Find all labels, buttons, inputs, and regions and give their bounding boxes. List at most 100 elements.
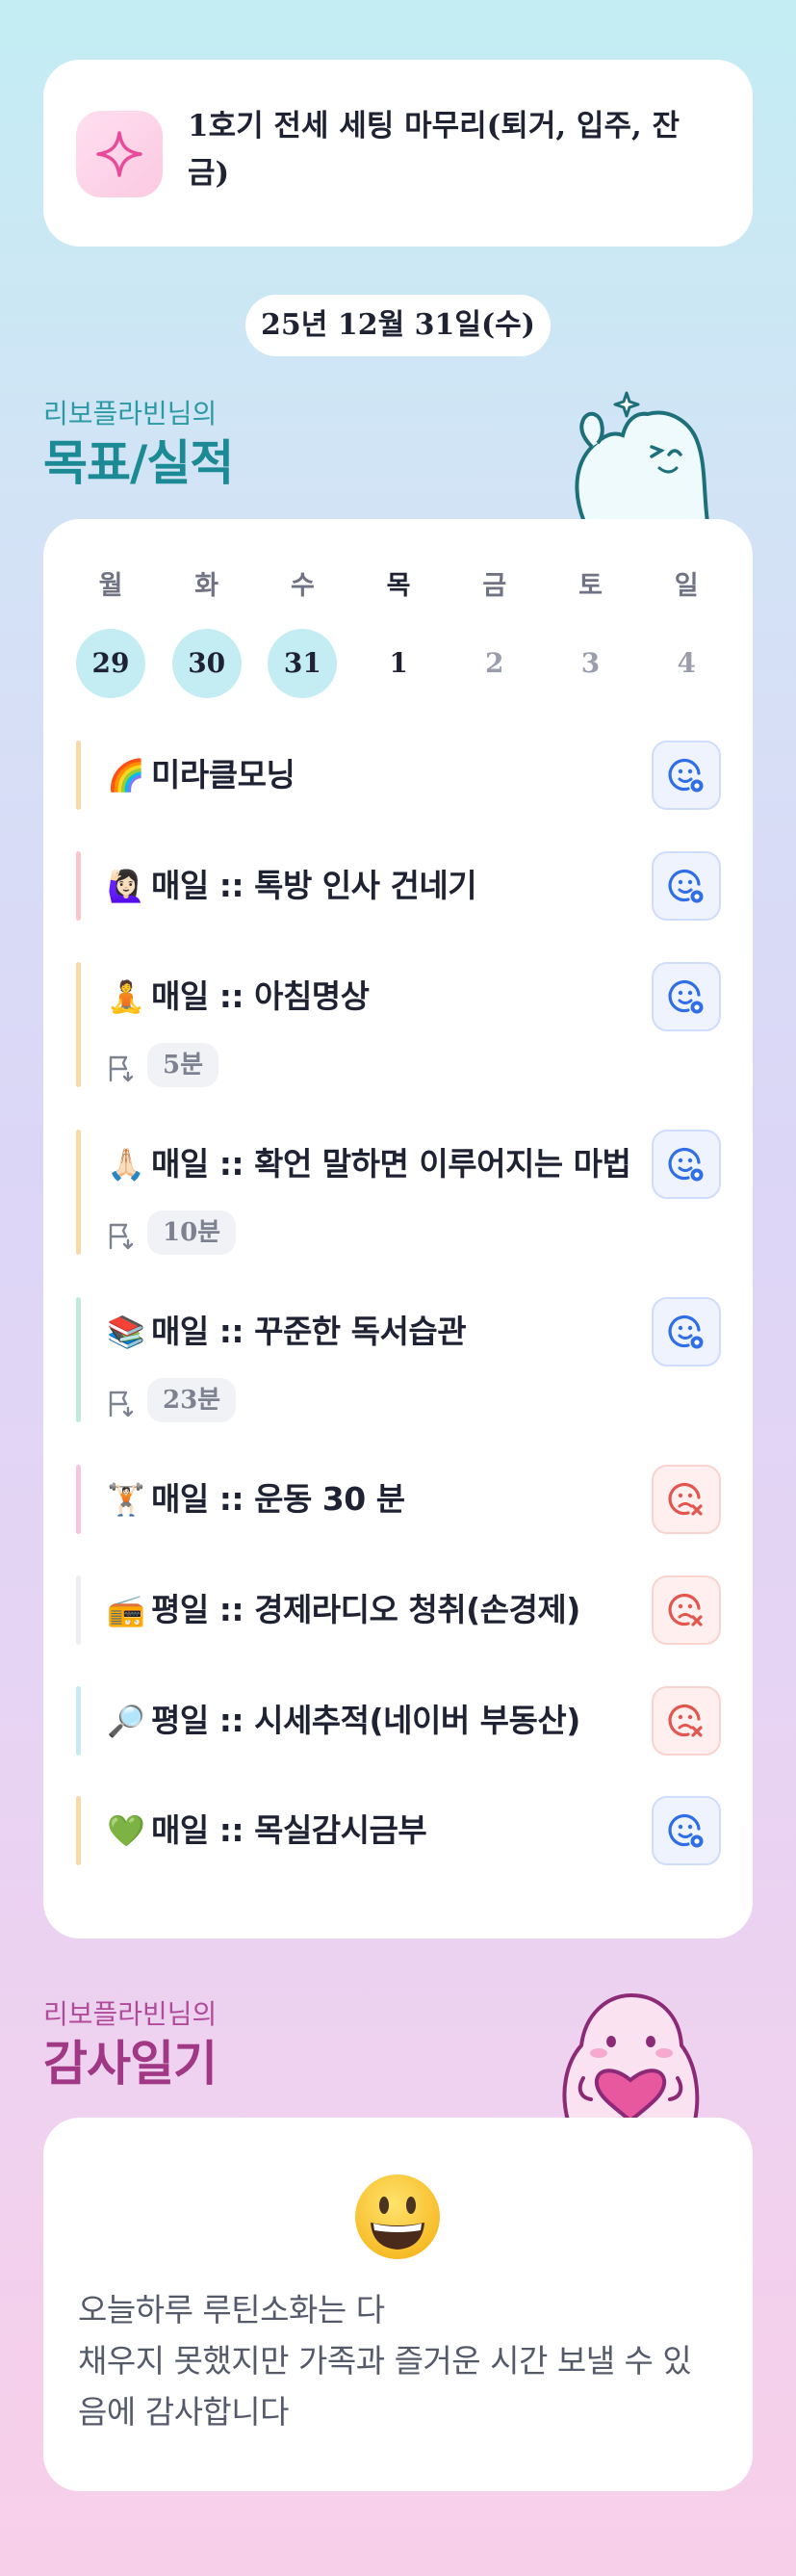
diary-text: 오늘하루 루틴소화는 다 채우지 못했지만 가족과 즐거운 시간 보낼 수 있 … <box>78 2284 713 2437</box>
routine-emoji-icon: 📻 <box>107 1592 145 1628</box>
week-strip: 월 29 화 30 수 31 목 1 금 2 토 3 일 4 <box>76 569 721 698</box>
date-pill: 25년 12월 31일(수) <box>245 295 551 356</box>
week-day[interactable]: 일4 <box>652 569 721 698</box>
done-status-button[interactable] <box>652 1297 721 1366</box>
routine-label-text: 평일 :: 시세추적(네이버 부동산) <box>151 1702 580 1739</box>
routine-accent-bar <box>76 1465 81 1534</box>
routine-label-text: 매일 :: 꾸준한 독서습관 <box>151 1313 467 1350</box>
diary-line: 채우지 못했지만 가족과 즐거운 시간 보낼 수 있 <box>78 2342 692 2380</box>
routine-accent-bar <box>76 1130 81 1255</box>
routine-emoji-icon: 🙏🏻 <box>107 1146 145 1183</box>
routine-label: 🔎 평일 :: 시세추적(네이버 부동산) <box>107 1686 580 1756</box>
done-status-button[interactable] <box>652 851 721 921</box>
routine-label: 🌈 미라클모닝 <box>107 741 295 810</box>
routine-emoji-icon: 📚 <box>107 1314 145 1350</box>
routine-label: 🏋🏻 매일 :: 운동 30 분 <box>107 1465 405 1534</box>
diary-line: 오늘하루 루틴소화는 다 <box>78 2291 385 2329</box>
weekday-name: 화 <box>194 571 219 601</box>
routine-label-text: 매일 :: 목실감시금부 <box>151 1811 427 1849</box>
smile-check-icon <box>668 1813 704 1848</box>
routine-label-text: 매일 :: 톡방 인사 건네기 <box>151 867 477 904</box>
routine-item[interactable]: 🙋🏻‍♀️ 매일 :: 톡방 인사 건네기 <box>76 851 721 921</box>
week-day[interactable]: 금2 <box>460 569 529 698</box>
routine-accent-bar <box>76 962 81 1087</box>
routine-label: 📻 평일 :: 경제라디오 청취(손경제) <box>107 1575 580 1645</box>
weekday-date: 2 <box>485 647 504 679</box>
weekday-name: 일 <box>674 571 699 601</box>
routine-item[interactable]: 🏋🏻 매일 :: 운동 30 분 <box>76 1465 721 1534</box>
flag-icon <box>109 1391 134 1418</box>
duration-chip: 5분 <box>147 1043 219 1087</box>
routine-card: 월 29 화 30 수 31 목 1 금 2 토 3 일 4 🌈 미라클모닝 🙋🏻‍♀️ 매일 :: 톡방 인사… <box>43 519 753 1939</box>
weekday-date: 30 <box>171 629 242 698</box>
weekday-date: 1 <box>389 647 408 679</box>
routine-label: 🙏🏻 매일 :: 확언 말하면 이루어지는 마법 <box>107 1130 631 1199</box>
diary-line: 음에 감사합니다 <box>78 2393 290 2431</box>
grinning-face-icon <box>351 2171 444 2263</box>
routine-label: 📚 매일 :: 꾸준한 독서습관 <box>107 1297 467 1366</box>
diary-card[interactable]: 오늘하루 루틴소화는 다 채우지 못했지만 가족과 즐거운 시간 보낼 수 있 … <box>43 2118 753 2491</box>
smile-check-icon <box>668 1314 704 1349</box>
routine-label: 🙋🏻‍♀️ 매일 :: 톡방 인사 건네기 <box>107 851 477 921</box>
routine-emoji-icon: 🌈 <box>107 757 145 794</box>
routine-item[interactable]: 📻 평일 :: 경제라디오 청취(손경제) <box>76 1575 721 1645</box>
routine-item[interactable]: 🔎 평일 :: 시세추적(네이버 부동산) <box>76 1686 721 1756</box>
weekday-name: 금 <box>482 571 507 601</box>
duration-chip: 23분 <box>147 1378 237 1422</box>
mascot-heart <box>558 1986 703 2123</box>
routine-emoji-icon: 🔎 <box>107 1703 145 1739</box>
sad-x-icon <box>668 1482 703 1516</box>
routine-label: 💚 매일 :: 목실감시금부 <box>107 1796 427 1865</box>
flag-icon <box>109 1223 134 1250</box>
goal-card[interactable]: 1호기 전세 세팅 마무리(퇴거, 입주, 잔금) <box>43 60 753 247</box>
done-status-button[interactable] <box>652 1130 721 1199</box>
week-day[interactable]: 목1 <box>364 569 433 698</box>
routine-accent-bar <box>76 1796 81 1865</box>
week-day[interactable]: 화 30 <box>171 569 242 698</box>
missed-status-button[interactable] <box>652 1465 721 1534</box>
routine-item[interactable]: 🙏🏻 매일 :: 확언 말하면 이루어지는 마법10분 <box>76 1130 721 1255</box>
goal-title: 1호기 전세 세팅 마무리(퇴거, 입주, 잔금) <box>188 109 680 191</box>
routine-accent-bar <box>76 1297 81 1422</box>
weekday-name: 월 <box>98 571 123 601</box>
week-day[interactable]: 토3 <box>556 569 626 698</box>
sad-x-icon <box>668 1704 703 1737</box>
smile-check-icon <box>668 758 704 793</box>
weekday-date: 3 <box>580 647 601 679</box>
done-status-button[interactable] <box>652 962 721 1031</box>
smile-check-icon <box>668 869 704 903</box>
weekday-name: 목 <box>386 571 411 601</box>
routine-label: 🧘 매일 :: 아침명상 <box>107 962 370 1031</box>
routine-accent-bar <box>76 741 81 810</box>
week-day[interactable]: 월 29 <box>76 569 145 698</box>
routine-section-title: 목표/실적 <box>43 435 234 491</box>
missed-status-button[interactable] <box>652 1575 721 1645</box>
routine-item[interactable]: 🌈 미라클모닝 <box>76 741 721 810</box>
routine-accent-bar <box>76 1686 81 1756</box>
weekday-date: 31 <box>268 629 338 698</box>
routine-label-text: 미라클모닝 <box>151 756 295 794</box>
routine-label-text: 매일 :: 확언 말하면 이루어지는 마법 <box>151 1145 631 1183</box>
routine-item[interactable]: 🧘 매일 :: 아침명상5분 <box>76 962 721 1087</box>
weekday-name: 수 <box>290 571 315 601</box>
routine-emoji-icon: 🙋🏻‍♀️ <box>107 868 145 904</box>
done-status-button[interactable] <box>652 1796 721 1865</box>
weekday-date: 29 <box>76 629 145 698</box>
duration-chip: 10분 <box>147 1210 237 1255</box>
routine-emoji-icon: 💚 <box>107 1812 145 1849</box>
routine-label-text: 평일 :: 경제라디오 청취(손경제) <box>151 1591 580 1628</box>
done-status-button[interactable] <box>652 741 721 810</box>
routine-emoji-icon: 🏋🏻 <box>107 1481 145 1518</box>
sad-x-icon <box>668 1593 703 1626</box>
sparkle-icon <box>76 111 163 197</box>
routine-accent-bar <box>76 851 81 921</box>
missed-status-button[interactable] <box>652 1686 721 1756</box>
week-day[interactable]: 수 31 <box>268 569 338 698</box>
weekday-name: 토 <box>578 571 603 601</box>
routine-label-text: 매일 :: 아침명상 <box>151 977 370 1015</box>
smile-check-icon <box>668 1147 704 1182</box>
routine-item[interactable]: 📚 매일 :: 꾸준한 독서습관23분 <box>76 1297 721 1422</box>
routine-item[interactable]: 💚 매일 :: 목실감시금부 <box>76 1796 721 1865</box>
routine-accent-bar <box>76 1575 81 1645</box>
routine-label-text: 매일 :: 운동 30 분 <box>151 1480 405 1518</box>
